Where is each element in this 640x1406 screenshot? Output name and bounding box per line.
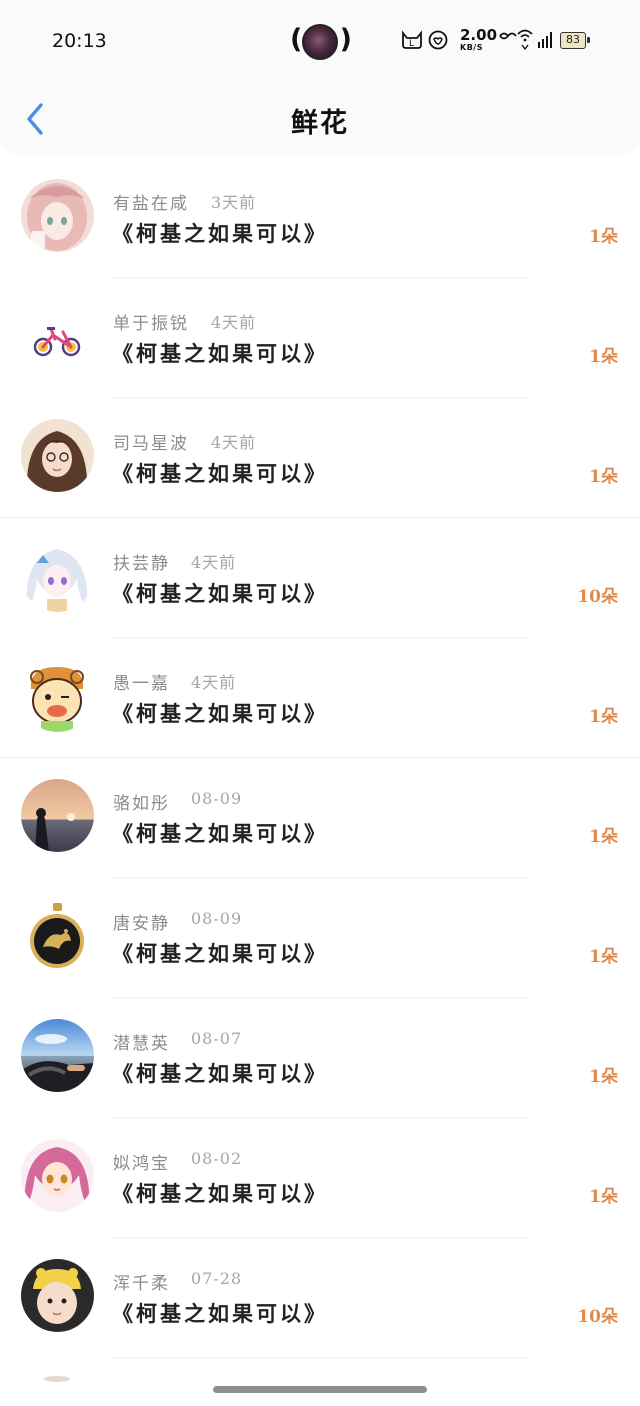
page-title: 鲜花 <box>291 108 349 139</box>
book-title[interactable]: 《柯基之如果可以》 <box>112 1058 328 1088</box>
cat-icon: L <box>400 30 424 54</box>
sent-time: 08-07 <box>191 1029 243 1048</box>
sent-time: 08-02 <box>191 1149 243 1168</box>
wifi-icon <box>516 28 534 56</box>
avatar[interactable] <box>21 299 94 372</box>
sent-time: 4天前 <box>211 313 257 332</box>
book-title[interactable]: 《柯基之如果可以》 <box>112 698 328 728</box>
status-bar: 20:13 ( ) L 2.00 KB/S 83 <box>0 22 640 62</box>
list-item[interactable]: 唐安静 08-09 《柯基之如果可以》 1朵 <box>0 878 640 998</box>
sender-name[interactable]: 扶芸静 <box>113 549 170 574</box>
flower-count: 1朵 <box>589 227 618 247</box>
heart-face-icon <box>427 30 449 54</box>
sent-time: 3天前 <box>211 193 257 212</box>
avatar[interactable] <box>21 539 94 612</box>
avatar[interactable] <box>21 419 94 492</box>
sender-name[interactable]: 愚一嘉 <box>113 669 170 694</box>
book-title[interactable]: 《柯基之如果可以》 <box>112 338 328 368</box>
music-disc-icon <box>302 24 338 60</box>
flower-count: 10朵 <box>577 1307 618 1327</box>
battery-icon: 83 <box>560 32 590 49</box>
flower-count: 10朵 <box>577 587 618 607</box>
list-item[interactable]: 浑千柔 07-28 《柯基之如果可以》 10朵 <box>0 1238 640 1358</box>
book-title[interactable]: 《柯基之如果可以》 <box>112 218 328 248</box>
home-indicator[interactable] <box>213 1386 427 1393</box>
net-speed: 2.00 KB/S <box>460 26 498 52</box>
book-title[interactable]: 《柯基之如果可以》 <box>112 818 328 848</box>
sender-name[interactable]: 潜慧英 <box>113 1029 170 1054</box>
avatar[interactable] <box>21 1259 94 1332</box>
sent-time: 4天前 <box>191 673 237 692</box>
flower-count: 1朵 <box>589 827 618 847</box>
top-header: 20:13 ( ) L 2.00 KB/S 83 鲜花 <box>0 0 640 153</box>
list-item[interactable]: 愚一嘉 4天前 《柯基之如果可以》 1朵 <box>0 638 640 758</box>
sender-name[interactable]: 有盐在咸 <box>113 189 189 214</box>
flower-count: 1朵 <box>589 947 618 967</box>
book-title[interactable]: 《柯基之如果可以》 <box>112 458 328 488</box>
avatar[interactable] <box>21 179 94 252</box>
list-item[interactable]: 姒鸿宝 08-02 《柯基之如果可以》 1朵 <box>0 1118 640 1238</box>
sender-name[interactable]: 司马星波 <box>113 429 189 454</box>
sender-name[interactable]: 浑千柔 <box>113 1269 170 1294</box>
sender-name[interactable]: 单于振锐 <box>113 309 189 334</box>
book-title[interactable]: 《柯基之如果可以》 <box>112 1298 328 1328</box>
list-item[interactable]: 单于振锐 4天前 《柯基之如果可以》 1朵 <box>0 278 640 398</box>
list-item[interactable]: 扶芸静 4天前 《柯基之如果可以》 10朵 <box>0 518 640 638</box>
list-item[interactable]: 司马星波 4天前 《柯基之如果可以》 1朵 <box>0 398 640 518</box>
live-activity-island[interactable]: ( ) <box>290 22 352 62</box>
flower-count: 1朵 <box>589 1187 618 1207</box>
book-title[interactable]: 《柯基之如果可以》 <box>112 1178 328 1208</box>
divider <box>113 1357 528 1358</box>
svg-text:L: L <box>409 39 414 49</box>
sent-time: 08-09 <box>191 909 243 928</box>
sender-name[interactable]: 姒鸿宝 <box>113 1149 170 1174</box>
book-title[interactable]: 《柯基之如果可以》 <box>112 578 328 608</box>
flower-count: 1朵 <box>589 1067 618 1087</box>
avatar[interactable] <box>21 659 94 732</box>
list-item[interactable]: 有盐在咸 3天前 《柯基之如果可以》 1朵 <box>0 158 640 278</box>
flower-count: 1朵 <box>589 467 618 487</box>
avatar[interactable] <box>21 899 94 972</box>
sent-time: 4天前 <box>191 553 237 572</box>
avatar[interactable] <box>21 1019 94 1092</box>
system-icons: L 2.00 KB/S 83 <box>398 26 590 56</box>
flower-count: 1朵 <box>589 347 618 367</box>
avatar[interactable] <box>21 1139 94 1212</box>
list-item[interactable]: 潜慧英 08-07 《柯基之如果可以》 1朵 <box>0 998 640 1118</box>
sender-name[interactable]: 骆如彤 <box>113 789 170 814</box>
flower-count: 1朵 <box>589 707 618 727</box>
status-time: 20:13 <box>52 30 107 52</box>
sent-time: 4天前 <box>211 433 257 452</box>
book-title[interactable]: 《柯基之如果可以》 <box>112 938 328 968</box>
sender-name[interactable]: 唐安静 <box>113 909 170 934</box>
signal-bars-icon <box>536 28 556 56</box>
sent-time: 07-28 <box>191 1269 243 1288</box>
sent-time: 08-09 <box>191 789 243 808</box>
next-avatar-peek <box>44 1376 70 1382</box>
list-item[interactable]: 骆如彤 08-09 《柯基之如果可以》 1朵 <box>0 758 640 878</box>
avatar[interactable] <box>21 779 94 852</box>
